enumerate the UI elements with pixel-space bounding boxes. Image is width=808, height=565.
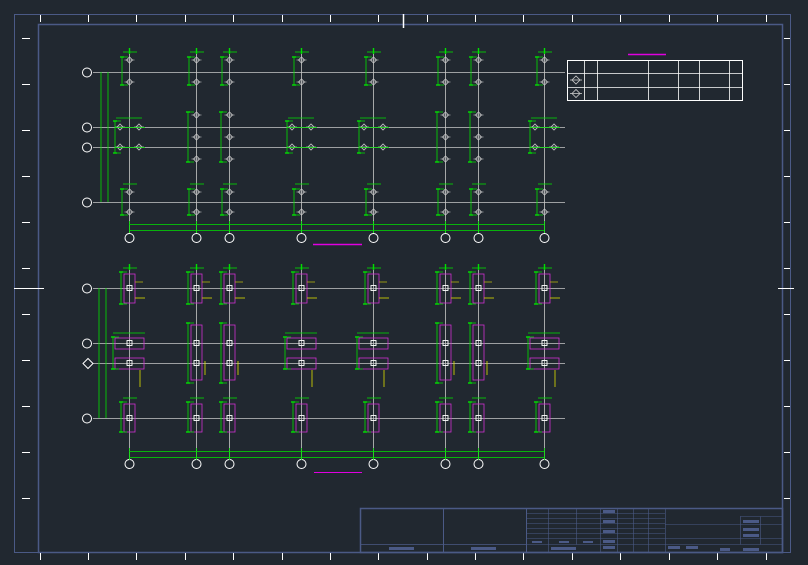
- cad-drawing-sheet: [0, 0, 808, 565]
